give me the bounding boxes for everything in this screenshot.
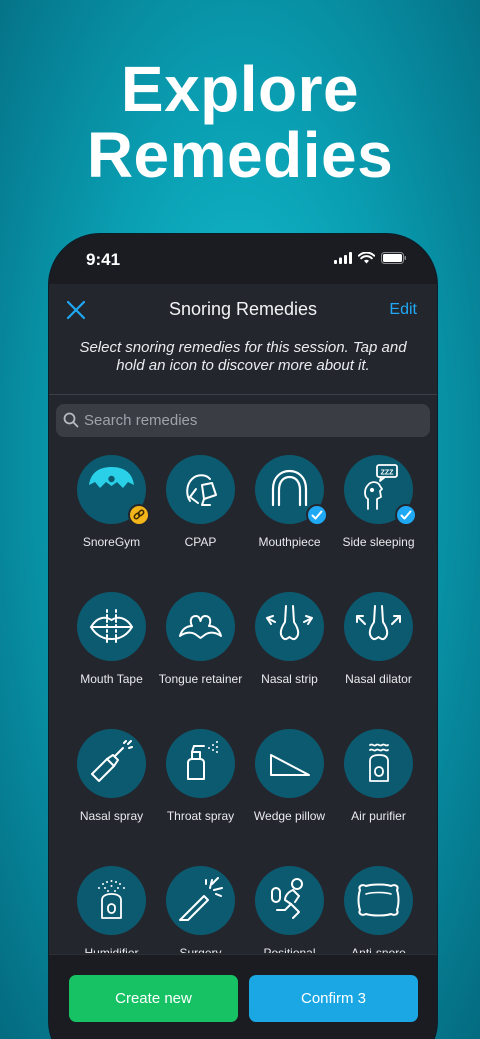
app-screen: 9:41 Snoring Remedies Edit Select snorin… [49, 234, 437, 1039]
remedy-circle [77, 729, 146, 798]
headline-line-1: Explore [120, 53, 360, 125]
confirm-button[interactable]: Confirm 3 [249, 975, 418, 1022]
remedy-humidifier[interactable]: Humidifier [67, 866, 156, 953]
remedy-throat-spray[interactable]: Throat spray [156, 729, 245, 824]
remedy-nasal-dilator[interactable]: Nasal dilator [334, 592, 423, 687]
remedy-anti-snore[interactable]: Anti-snore [334, 866, 423, 953]
remedy-wedge-pillow[interactable]: Wedge pillow [245, 729, 334, 824]
wedge-pillow-icon [270, 754, 310, 776]
svg-text:ZZZ: ZZZ [381, 470, 395, 477]
remedy-circle: ZZZ [344, 455, 417, 526]
remedy-circle [166, 729, 235, 798]
remedy-label: SnoreGym [82, 535, 141, 549]
battery-icon [381, 252, 406, 264]
remedy-tongue-retainer[interactable]: Tongue retainer [156, 592, 245, 687]
remedy-label: Surgery [179, 946, 222, 953]
remedy-nasal-spray[interactable]: Nasal spray [67, 729, 156, 824]
remedy-label: Mouth Tape [80, 672, 143, 686]
remedy-snoregym[interactable]: SnoreGym [67, 455, 156, 550]
cpap-mask-icon [186, 474, 217, 506]
anti-snore-pillow-icon [357, 883, 400, 917]
status-bar: 9:41 [49, 234, 437, 284]
throat-spray-icon [187, 741, 218, 780]
remedy-mouth-tape[interactable]: Mouth Tape [67, 592, 156, 687]
remedy-label: Throat spray [166, 809, 235, 823]
humidifier-icon [98, 880, 125, 919]
create-new-button[interactable]: Create new [69, 975, 238, 1022]
status-time: 9:41 [86, 250, 121, 269]
remedy-nasal-strip[interactable]: Nasal strip [245, 592, 334, 687]
remedy-circle [77, 455, 150, 526]
remedy-positional[interactable]: Positional [245, 866, 334, 953]
remedy-surgery[interactable]: Surgery [156, 866, 245, 953]
remedy-label: CPAP [184, 535, 217, 549]
remedy-label: Nasal dilator [345, 672, 412, 686]
remedies-grid: SnoreGym CPAP Mouthpiece ZZZ Side sleepi… [67, 455, 423, 953]
edit-button[interactable]: Edit [389, 301, 417, 319]
remedy-circle [166, 455, 235, 524]
remedy-circle [166, 592, 235, 661]
search-icon [63, 412, 79, 428]
divider [49, 394, 437, 395]
remedy-side-sleeping[interactable]: ZZZ Side sleeping [334, 455, 423, 550]
remedy-label: Nasal spray [79, 809, 144, 823]
remedy-label: Mouthpiece [258, 535, 321, 549]
remedy-circle [255, 455, 328, 526]
remedy-circle [344, 729, 413, 798]
nav-bar: Snoring Remedies Edit [49, 284, 437, 336]
selected-badge [306, 504, 328, 526]
positional-icon [271, 878, 303, 919]
remedy-circle [255, 592, 324, 661]
search-input[interactable] [84, 404, 384, 437]
remedy-label: Air purifier [351, 809, 406, 823]
remedy-label: Tongue retainer [158, 672, 243, 686]
remedy-circle [77, 866, 146, 935]
mouth-tape-icon [89, 609, 134, 645]
tongue-retainer-icon [179, 615, 222, 639]
remedy-circle [77, 592, 146, 661]
remedy-circle [255, 729, 324, 798]
surgery-icon [179, 877, 223, 921]
headline-line-2: Remedies [86, 119, 394, 191]
signal-icon [334, 252, 352, 264]
search-bar [56, 404, 430, 437]
nasal-dilator-icon [356, 605, 401, 641]
remedy-circle [255, 866, 324, 935]
instructions-text: Select snoring remedies for this session… [79, 339, 407, 374]
checkmark-icon [400, 510, 412, 520]
nasal-spray-icon [91, 740, 133, 782]
remedy-circle [166, 866, 235, 935]
status-icons [334, 252, 407, 264]
air-purifier-icon [369, 743, 389, 782]
remedy-label: Anti-snore [351, 946, 406, 953]
wifi-icon [358, 252, 375, 264]
remedy-label: Humidifier [84, 946, 139, 953]
remedy-circle [344, 592, 413, 661]
remedy-label: Side sleeping [342, 535, 415, 549]
headline: Explore Remedies [0, 56, 480, 188]
nav-title: Snoring Remedies [168, 299, 318, 319]
remedy-label: Wedge pillow [253, 809, 326, 823]
linked-badge [128, 504, 150, 526]
remedy-air-purifier[interactable]: Air purifier [334, 729, 423, 824]
remedy-circle [344, 866, 413, 935]
link-icon [133, 509, 145, 520]
checkmark-icon [311, 510, 323, 520]
phone-frame: 9:41 Snoring Remedies Edit Select snorin… [48, 233, 438, 1039]
remedy-cpap[interactable]: CPAP [156, 455, 245, 550]
remedy-label: Positional [263, 946, 316, 953]
remedy-label: Nasal strip [261, 672, 318, 686]
bottom-action-bar: Create new Confirm 3 [49, 954, 437, 1039]
remedy-mouthpiece[interactable]: Mouthpiece [245, 455, 334, 550]
nasal-strip-icon [266, 605, 313, 641]
selected-badge [395, 504, 417, 526]
